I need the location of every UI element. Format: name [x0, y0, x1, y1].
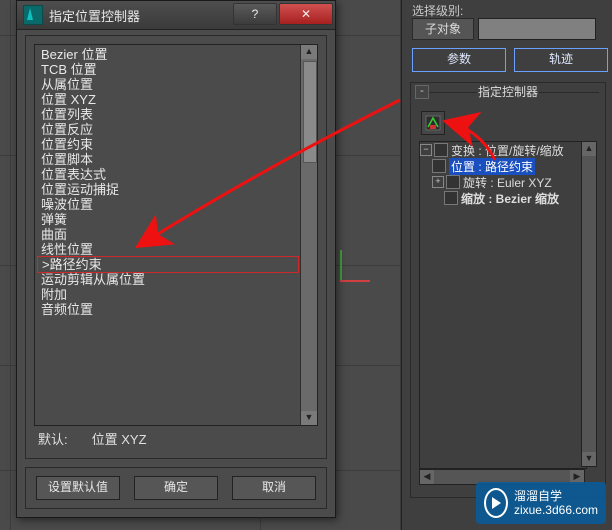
list-item[interactable]: 线性位置 [37, 242, 299, 257]
tree-toggle-icon[interactable]: − [420, 144, 432, 156]
motion-panel: 选择级别: 子对象 参数 轨迹 - 指定控制器 − 变换 : 位置/旋转/缩放 [401, 0, 612, 530]
play-icon [484, 488, 508, 518]
scroll-thumb[interactable] [303, 61, 317, 163]
position-icon [432, 159, 446, 173]
dialog-titlebar[interactable]: 指定位置控制器 ? ✕ [17, 1, 335, 30]
tree-transform-label[interactable]: 变换 : 位置/旋转/缩放 [451, 142, 564, 159]
scroll-down-icon[interactable]: ▼ [582, 452, 596, 466]
list-item[interactable]: 位置反应 [37, 122, 299, 137]
tree-vertical-scrollbar[interactable]: ▲ ▼ [581, 141, 597, 467]
dialog-footer: 设置默认值 确定 取消 [25, 467, 327, 509]
close-button[interactable]: ✕ [279, 3, 333, 25]
watermark-name: 溜溜自学 [514, 489, 598, 503]
default-label: 默认: [38, 429, 68, 448]
tab-parameters[interactable]: 参数 [412, 48, 506, 72]
rollout-collapse-icon[interactable]: - [415, 85, 429, 99]
watermark-url: zixue.3d66.com [514, 503, 598, 517]
dialog-title: 指定位置控制器 [49, 6, 233, 25]
list-item[interactable]: 位置脚本 [37, 152, 299, 167]
list-item[interactable]: 位置约束 [37, 137, 299, 152]
list-item[interactable]: 位置 XYZ [37, 92, 299, 107]
sub-object-button[interactable]: 子对象 [412, 18, 474, 40]
cancel-button[interactable]: 取消 [232, 476, 316, 500]
scroll-left-icon[interactable]: ◀ [420, 470, 434, 484]
controller-listbox[interactable]: Bezier 位置TCB 位置从属位置位置 XYZ位置列表位置反应位置约束位置脚… [34, 44, 318, 426]
assign-controller-rollout: - 指定控制器 − 变换 : 位置/旋转/缩放 位置 : 路径约束 [410, 82, 606, 498]
list-item[interactable]: 位置列表 [37, 107, 299, 122]
transform-icon [434, 143, 448, 157]
list-item[interactable]: 附加 [37, 287, 299, 302]
list-item[interactable]: 位置表达式 [37, 167, 299, 182]
list-vertical-scrollbar[interactable]: ▲ ▼ [300, 45, 317, 425]
help-button[interactable]: ? [233, 3, 277, 25]
default-value: 位置 XYZ [92, 429, 147, 448]
select-level-label: 选择级别: [412, 2, 463, 19]
rotation-icon [446, 175, 460, 189]
scroll-up-icon[interactable]: ▲ [582, 142, 596, 156]
assign-position-controller-dialog: 指定位置控制器 ? ✕ Bezier 位置TCB 位置从属位置位置 XYZ位置列… [16, 0, 336, 518]
sub-object-dropdown[interactable] [478, 18, 596, 40]
list-item[interactable]: 曲面 [37, 227, 299, 242]
list-item[interactable]: 运动剪辑从属位置 [37, 272, 299, 287]
list-item[interactable]: 位置运动捕捉 [37, 182, 299, 197]
rollout-title-text: 指定控制器 [478, 85, 538, 99]
list-item[interactable]: 音频位置 [37, 302, 299, 317]
list-item[interactable]: TCB 位置 [37, 62, 299, 77]
assign-controller-button[interactable] [421, 111, 445, 135]
scroll-down-icon[interactable]: ▼ [301, 411, 317, 425]
list-item[interactable]: 从属位置 [37, 77, 299, 92]
scale-icon [444, 191, 458, 205]
ok-button[interactable]: 确定 [134, 476, 218, 500]
dialog-body: Bezier 位置TCB 位置从属位置位置 XYZ位置列表位置反应位置约束位置脚… [25, 35, 327, 459]
tree-rotation-item[interactable]: 旋转 : Euler XYZ [463, 174, 552, 191]
app-icon [23, 5, 43, 25]
tree-position-item[interactable]: 位置 : 路径约束 [449, 158, 535, 175]
watermark: 溜溜自学 zixue.3d66.com [476, 482, 606, 524]
set-default-button[interactable]: 设置默认值 [36, 476, 120, 500]
scroll-up-icon[interactable]: ▲ [301, 45, 317, 59]
tab-trajectories[interactable]: 轨迹 [514, 48, 608, 72]
tree-toggle-icon[interactable]: + [432, 176, 444, 188]
list-item[interactable]: Bezier 位置 [37, 47, 299, 62]
list-item[interactable]: >路径约束 [37, 256, 299, 273]
controller-tree[interactable]: − 变换 : 位置/旋转/缩放 位置 : 路径约束 + 旋转 : Euler X… [419, 141, 587, 469]
tree-scale-item[interactable]: 缩放 : Bezier 缩放 [461, 190, 559, 207]
list-item[interactable]: 噪波位置 [37, 197, 299, 212]
list-item[interactable]: 弹簧 [37, 212, 299, 227]
